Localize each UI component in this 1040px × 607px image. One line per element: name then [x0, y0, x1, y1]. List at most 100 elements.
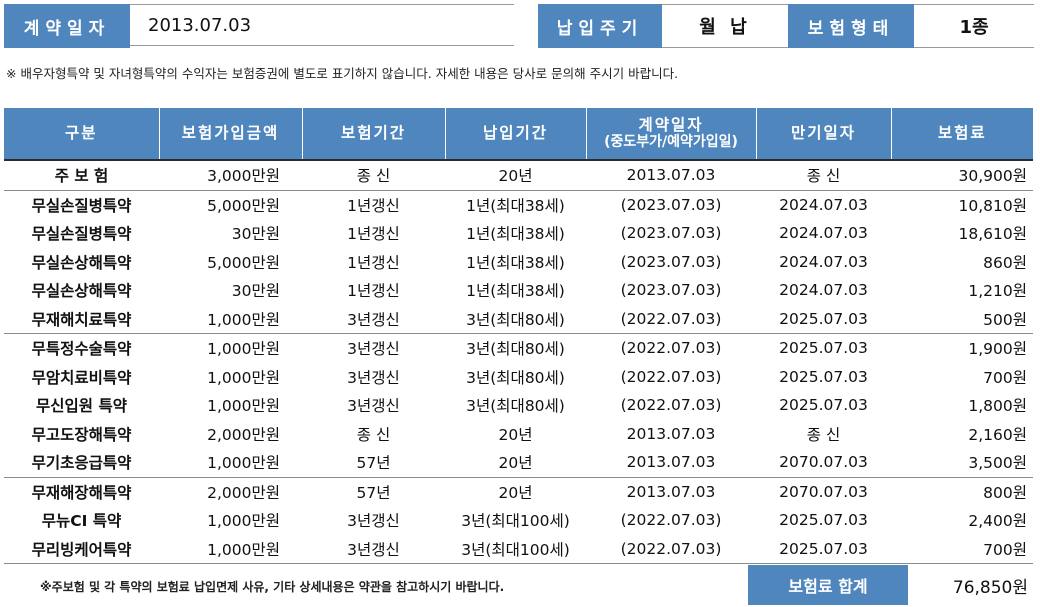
cell-insurance-period: 1년갱신 — [347, 253, 400, 272]
table-row: 무기초응급특약 1,000만원 57년 20년 2013.07.03 2070.07.03… — [4, 448, 1033, 478]
col-header-contract-date: 계약일자 (중도부가/예약가입일) — [585, 108, 756, 161]
cell-insurance-period: 3년갱신 — [302, 304, 445, 334]
cell-contract-date: 2013.07.03 — [626, 482, 716, 501]
cell-premium: 860원 — [983, 253, 1027, 272]
cell-premium: 3,500원 — [891, 448, 1033, 478]
payment-cycle-label: 납입주기 — [538, 4, 662, 48]
cell-category: 무암치료비특약 — [31, 368, 132, 387]
cell-contract-date: 2013.07.03 — [586, 448, 756, 478]
col-header-premium: 보험료 — [890, 108, 1033, 161]
insurance-type-value: 1종 — [914, 4, 1034, 48]
cell-maturity-date: 2070.07.03 — [756, 448, 891, 478]
table-row: 무암치료비특약 1,000만원 3년갱신 3년(최대80세) (2022.07.03) 2… — [4, 363, 1033, 392]
cell-maturity-date: 2025.07.03 — [779, 396, 868, 415]
cell-maturity-date: 2070.07.03 — [779, 482, 868, 501]
cell-maturity-date: 종 신 — [806, 425, 841, 444]
cell-category: 무리빙케어특약 — [4, 534, 159, 564]
cell-payment-period: 3년(최대100세) — [445, 534, 586, 564]
cell-maturity-date: 2024.07.03 — [779, 281, 868, 300]
cell-insurance-period: 종 신 — [356, 425, 391, 444]
cell-payment-period: 3년(최대80세) — [466, 368, 565, 387]
cell-insurance-period: 57년 — [356, 483, 391, 502]
table-row: 무실손상해특약 5,000만원 1년갱신 1년(최대38세) (2023.07.03) 2… — [4, 248, 1033, 277]
cell-category: 무재해치료특약 — [4, 304, 159, 334]
cell-contract-date: (2022.07.03) — [620, 511, 722, 530]
table-row: 무신입원 특약 1,000만원 3년갱신 3년(최대80세) (2022.07.03) 2… — [4, 391, 1033, 420]
cell-premium: 1,210원 — [968, 282, 1027, 301]
cell-coverage-amount: 1,000만원 — [159, 448, 302, 478]
cell-category: 무실손질병특약 — [31, 225, 132, 244]
cell-contract-date: (2022.07.03) — [586, 534, 756, 564]
cell-insurance-period: 1년갱신 — [347, 225, 400, 244]
cell-payment-period: 20년 — [498, 425, 533, 444]
cell-premium: 30,900원 — [891, 160, 1033, 191]
cell-coverage-amount: 3,000만원 — [159, 160, 302, 191]
cell-coverage-amount: 30만원 — [231, 225, 280, 244]
table-row: 무실손질병특약 30만원 1년갱신 1년(최대38세) (2023.07.03) 2024… — [4, 219, 1033, 248]
col-header-contract-date-main: 계약일자 — [638, 115, 704, 134]
cell-contract-date: 2013.07.03 — [586, 160, 756, 191]
cell-payment-period: 3년(최대80세) — [466, 340, 565, 359]
cell-maturity-date: 2025.07.03 — [779, 367, 868, 386]
col-header-insurance-period: 보험기간 — [301, 108, 445, 161]
cell-insurance-period: 3년갱신 — [302, 534, 445, 564]
cell-insurance-period: 3년갱신 — [347, 368, 400, 387]
cell-insurance-period: 3년갱신 — [347, 512, 400, 531]
cell-category: 무고도장해특약 — [31, 425, 132, 444]
cell-maturity-date: 2024.07.03 — [779, 195, 868, 214]
cell-payment-period: 20년 — [445, 448, 586, 478]
col-header-contract-date-sub: (중도부가/예약가입일) — [604, 133, 738, 150]
cell-payment-period: 1년(최대38세) — [466, 282, 565, 301]
cell-insurance-period: 종 신 — [302, 160, 445, 191]
table-row: 무재해치료특약 1,000만원 3년갱신 3년(최대80세) (2022.07.03) 2… — [4, 304, 1033, 334]
table-row: 무특정수술특약 1,000만원 3년갱신 3년(최대80세) (2022.07.03) 2… — [4, 334, 1033, 363]
cell-category: 무기초응급특약 — [4, 448, 159, 478]
contract-date-label: 계약일자 — [4, 4, 130, 48]
payment-cycle-value: 월 납 — [662, 4, 788, 48]
cell-premium: 800원 — [983, 483, 1027, 502]
cell-category: 무특정수술특약 — [31, 340, 132, 359]
cell-category: 무재해장해특약 — [31, 483, 132, 502]
cell-payment-period: 3년(최대80세) — [466, 397, 565, 416]
cell-contract-date: (2022.07.03) — [586, 304, 756, 334]
cell-premium: 500원 — [891, 304, 1033, 334]
beneficiary-notice: ※ 배우자형특약 및 자녀형특약의 수익자는 보험증권에 별도로 표기하지 않습… — [6, 66, 679, 81]
cell-category: 무실손질병특약 — [31, 196, 132, 215]
contract-date-value: 2013.07.03 — [130, 4, 514, 46]
cell-coverage-amount: 2,000만원 — [207, 483, 280, 502]
cell-category: 무실손상해특약 — [31, 282, 132, 301]
cell-payment-period: 1년(최대38세) — [466, 253, 565, 272]
cell-coverage-amount: 1,000만원 — [207, 340, 280, 359]
waiver-notice: ※주보험 및 각 특약의 보험료 납입면제 사유, 기타 상세내용은 약관을 참… — [40, 580, 505, 594]
cell-contract-date: 2013.07.03 — [626, 424, 716, 443]
cell-category: 무신입원 특약 — [36, 397, 127, 416]
cell-contract-date: (2023.07.03) — [620, 224, 722, 243]
cell-coverage-amount: 2,000만원 — [207, 425, 280, 444]
cell-maturity-date: 2025.07.03 — [756, 304, 891, 334]
cell-insurance-period: 1년갱신 — [347, 196, 400, 215]
table-row: 무실손상해특약 30만원 1년갱신 1년(최대38세) (2023.07.03) 2024… — [4, 276, 1033, 305]
cell-premium: 1,800원 — [968, 397, 1027, 416]
insurance-type-label: 보험형태 — [788, 4, 914, 48]
cell-contract-date: (2023.07.03) — [620, 252, 722, 271]
cell-maturity-date: 2024.07.03 — [779, 252, 868, 271]
cell-payment-period: 3년(최대100세) — [461, 512, 570, 531]
cell-payment-period: 1년(최대38세) — [466, 196, 565, 215]
cell-contract-date: (2023.07.03) — [620, 195, 722, 214]
cell-premium: 700원 — [983, 368, 1027, 387]
cell-category: 무뉴CI 특약 — [41, 512, 122, 531]
cell-contract-date: (2022.07.03) — [620, 339, 722, 358]
col-header-category: 구분 — [4, 108, 159, 161]
cell-coverage-amount: 1,000만원 — [159, 534, 302, 564]
cell-premium: 2,400원 — [968, 512, 1027, 531]
cell-payment-period: 20년 — [445, 160, 586, 191]
cell-payment-period: 3년(최대80세) — [445, 304, 586, 334]
cell-category: 무실손상해특약 — [31, 253, 132, 272]
col-header-coverage-amount: 보험가입금액 — [158, 108, 302, 161]
cell-insurance-period: 3년갱신 — [347, 397, 400, 416]
table-row: 무실손질병특약 5,000만원 1년갱신 1년(최대38세) (2023.07.03) 2… — [4, 190, 1033, 219]
cell-coverage-amount: 1,000만원 — [159, 304, 302, 334]
cell-category: 주 보 험 — [4, 160, 159, 191]
total-premium-value: 76,850원 — [952, 577, 1028, 598]
cell-insurance-period: 1년갱신 — [347, 282, 400, 301]
